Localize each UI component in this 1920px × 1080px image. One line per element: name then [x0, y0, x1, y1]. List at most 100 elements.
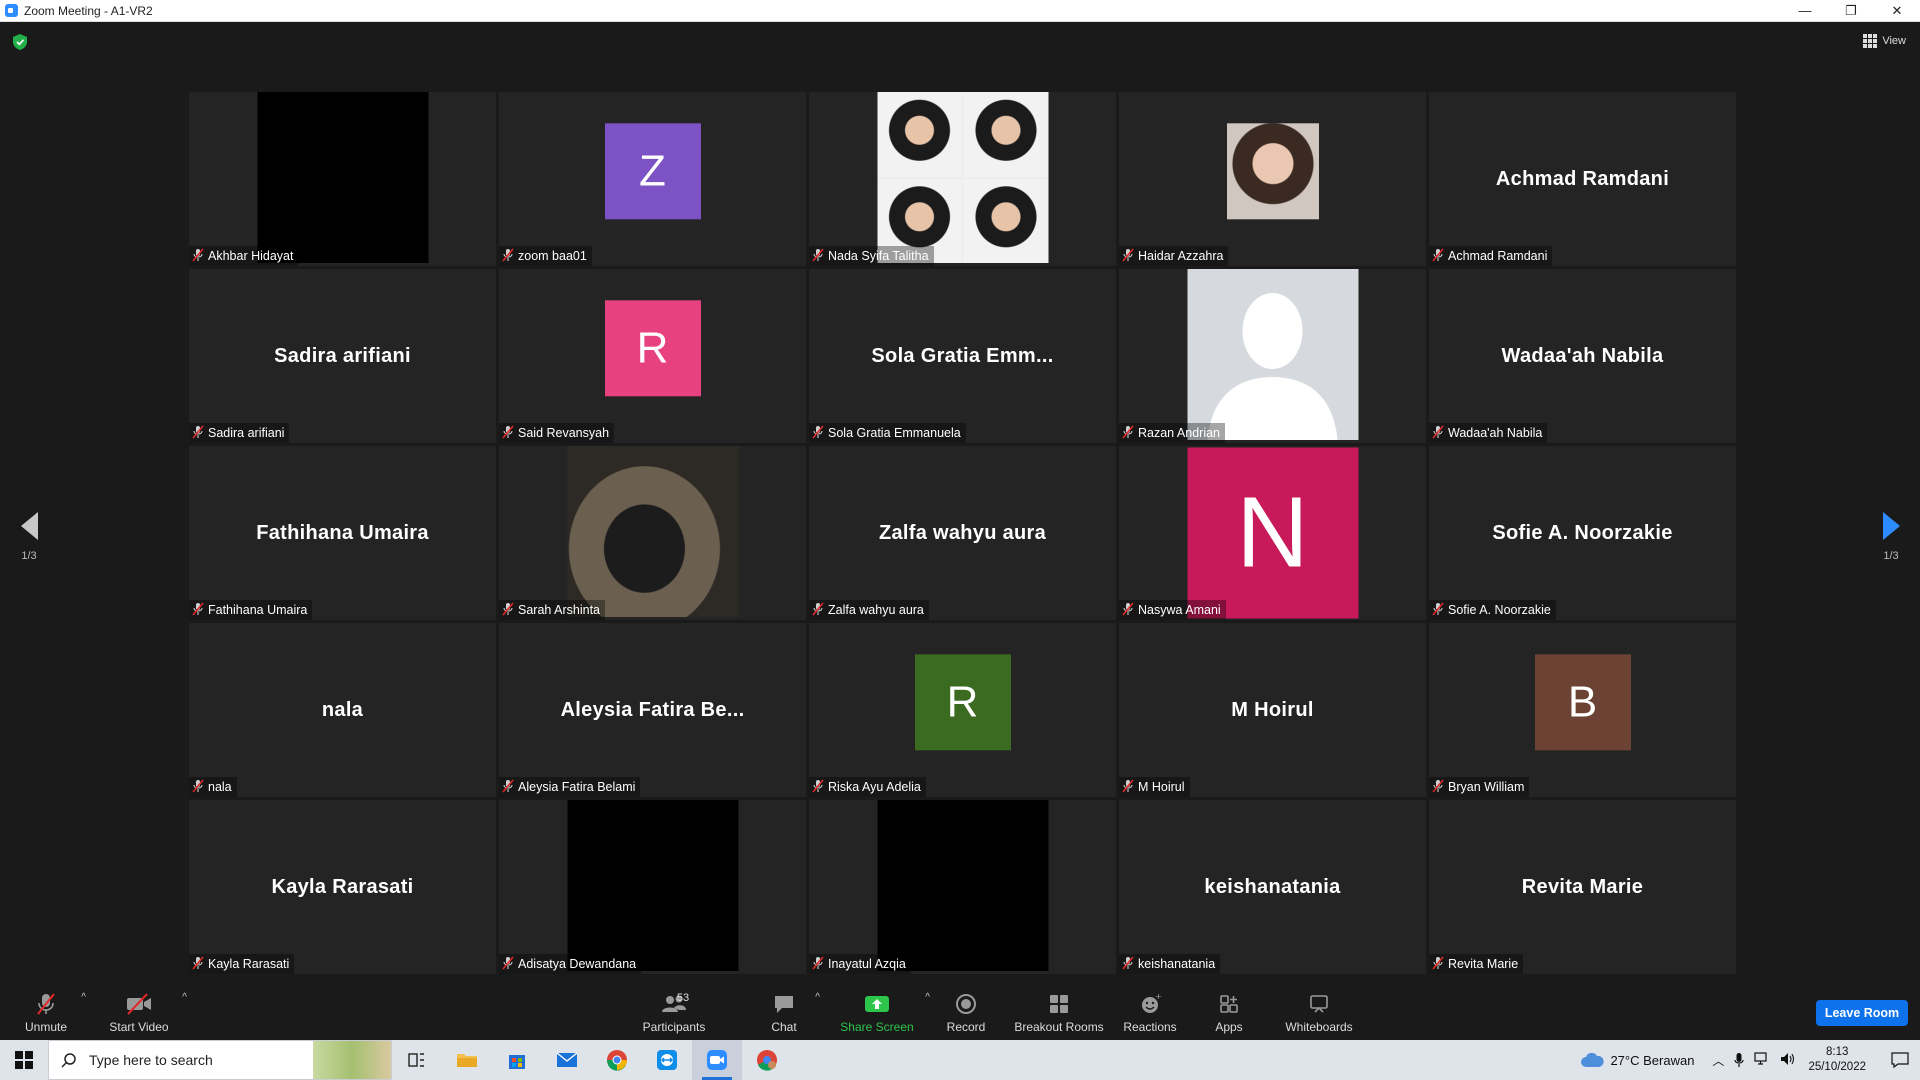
microsoft-store-button[interactable]	[492, 1040, 542, 1080]
participant-tile[interactable]: Zzoom baa01	[499, 92, 806, 266]
network-icon[interactable]	[1754, 1051, 1770, 1066]
participant-display-name: Sadira arifiani	[274, 344, 411, 367]
participant-tile[interactable]: B Bryan William	[1429, 623, 1736, 797]
participant-name: Nasywa Amani	[1138, 603, 1221, 617]
mail-button[interactable]	[542, 1040, 592, 1080]
participant-display-name: M Hoirul	[1231, 698, 1314, 721]
participant-tile[interactable]: Sadira arifiani Sadira arifiani	[189, 269, 496, 443]
participant-name: Nada Syifa Talitha	[828, 249, 929, 263]
muted-microphone-icon	[1122, 424, 1134, 442]
muted-microphone-icon	[812, 601, 824, 619]
breakout-rooms-button[interactable]: Breakout Rooms	[1014, 980, 1104, 1040]
participant-name: Said Revansyah	[518, 426, 610, 440]
view-button[interactable]: View	[1863, 34, 1906, 48]
chrome-button[interactable]	[592, 1040, 642, 1080]
participant-tile[interactable]: R Said Revansyah	[499, 269, 806, 443]
muted-microphone-icon	[192, 601, 204, 619]
participant-tile[interactable]: Akhbar Hidayat	[189, 92, 496, 266]
previous-page-button[interactable]: 1/3	[9, 512, 49, 562]
whiteboard-icon	[1310, 995, 1328, 1013]
whiteboards-button[interactable]: Whiteboards	[1283, 980, 1355, 1040]
participant-tile[interactable]: N Nasywa Amani	[1119, 446, 1426, 620]
participant-nameplate: Adisatya Dewandana	[499, 954, 642, 974]
reactions-button[interactable]: + Reactions	[1122, 980, 1178, 1040]
participant-name: Adisatya Dewandana	[518, 957, 637, 971]
muted-microphone-icon	[1432, 778, 1444, 796]
participants-button[interactable]: 53 Participants	[638, 980, 710, 1040]
muted-microphone-icon	[1122, 601, 1134, 619]
show-hidden-icons-chevron-icon[interactable]: ︿	[1712, 1052, 1724, 1069]
taskbar-clock[interactable]: 8:13 25/10/2022	[1808, 1045, 1866, 1075]
chat-options-caret-icon[interactable]: ^	[815, 992, 820, 1003]
start-video-button[interactable]: Start Video ^	[105, 980, 187, 1040]
store-bag-icon	[509, 1055, 525, 1069]
participant-nameplate: Wadaa'ah Nabila	[1429, 423, 1548, 443]
participant-name: Fathihana Umaira	[208, 603, 308, 617]
participant-display-name: Achmad Ramdani	[1495, 167, 1670, 190]
participant-tile[interactable]: Achmad Ramdani Achmad Ramdani	[1429, 92, 1736, 266]
participant-tile[interactable]: Nada Syifa Talitha	[809, 92, 1116, 266]
chat-button[interactable]: Chat ^	[762, 980, 820, 1040]
participant-tile[interactable]: Wadaa'ah Nabila Wadaa'ah Nabila	[1429, 269, 1736, 443]
next-page-button[interactable]: 1/3	[1871, 512, 1911, 562]
action-center-button[interactable]	[1880, 1052, 1920, 1068]
weather-widget[interactable]: 27°C Berawan	[1580, 1052, 1694, 1068]
participant-nameplate: M Hoirul	[1119, 777, 1190, 797]
minimize-button[interactable]: —	[1782, 0, 1828, 22]
participant-name: Akhbar Hidayat	[208, 249, 294, 263]
participant-tile[interactable]: Fathihana Umaira Fathihana Umaira	[189, 446, 496, 620]
participant-tile[interactable]: nala nala	[189, 623, 496, 797]
participant-nameplate: keishanatania	[1119, 954, 1221, 974]
participant-tile[interactable]: M Hoirul M Hoirul	[1119, 623, 1426, 797]
participant-tile[interactable]: Adisatya Dewandana	[499, 800, 806, 974]
start-video-label: Start Video	[109, 1020, 169, 1034]
participant-tile[interactable]: Revita Marie Revita Marie	[1429, 800, 1736, 974]
file-explorer-button[interactable]	[442, 1040, 492, 1080]
participant-initial-avatar: B	[1534, 654, 1631, 751]
participant-name: Sofie A. Noorzakie	[1448, 603, 1551, 617]
microphone-muted-icon	[37, 993, 55, 1015]
unmute-button[interactable]: Unmute ^	[20, 980, 86, 1040]
participant-display-name: Aleysia Fatira Be...	[560, 698, 745, 721]
teamviewer-button[interactable]	[642, 1040, 692, 1080]
taskbar-search-box[interactable]: Type here to search	[48, 1040, 392, 1080]
participant-nameplate: Riska Ayu Adelia	[809, 777, 926, 797]
start-button[interactable]	[0, 1040, 48, 1080]
record-button[interactable]: Record	[943, 980, 989, 1040]
mail-envelope-icon	[556, 1052, 578, 1067]
participant-name: Sadira arifiani	[208, 426, 285, 440]
video-options-caret-icon[interactable]: ^	[182, 992, 187, 1003]
audio-options-caret-icon[interactable]: ^	[81, 992, 86, 1003]
unmute-label: Unmute	[24, 1020, 68, 1034]
participant-nameplate: Akhbar Hidayat	[189, 246, 299, 266]
restore-button[interactable]: ❐	[1828, 0, 1874, 22]
close-button[interactable]: ✕	[1874, 0, 1920, 22]
chrome-profile-button[interactable]	[742, 1040, 792, 1080]
microphone-in-use-icon[interactable]	[1734, 1052, 1745, 1068]
zoom-taskbar-button[interactable]	[692, 1040, 742, 1080]
participant-nameplate: Razan Andrian	[1119, 423, 1226, 443]
task-view-button[interactable]	[392, 1040, 442, 1080]
participant-video-feed	[877, 800, 1048, 971]
participant-nameplate: Inayatul Azqia	[809, 954, 911, 974]
participant-display-name: Sola Gratia Emm...	[871, 344, 1054, 367]
encryption-shield-icon[interactable]	[13, 34, 27, 50]
share-screen-button[interactable]: Share Screen ^	[838, 980, 930, 1040]
participant-tile[interactable]: Inayatul Azqia	[809, 800, 1116, 974]
participant-tile[interactable]: Sola Gratia Emm... Sola Gratia Emmanuela	[809, 269, 1116, 443]
weather-text: 27°C Berawan	[1610, 1052, 1695, 1068]
share-options-caret-icon[interactable]: ^	[925, 992, 930, 1003]
participant-tile[interactable]: Zalfa wahyu aura Zalfa wahyu aura	[809, 446, 1116, 620]
apps-button[interactable]: Apps	[1213, 980, 1245, 1040]
participant-tile[interactable]: Aleysia Fatira Be... Aleysia Fatira Belam…	[499, 623, 806, 797]
participant-tile[interactable]: Sarah Arshinta	[499, 446, 806, 620]
participant-tile[interactable]: R Riska Ayu Adelia	[809, 623, 1116, 797]
window-titlebar: Zoom Meeting - A1-VR2 — ❐ ✕	[0, 0, 1920, 22]
speaker-volume-icon[interactable]	[1780, 1052, 1796, 1066]
participant-tile[interactable]: Haidar Azzahra	[1119, 92, 1426, 266]
participant-tile[interactable]: Kayla Rarasati Kayla Rarasati	[189, 800, 496, 974]
participant-tile[interactable]: Razan Andrian	[1119, 269, 1426, 443]
participant-tile[interactable]: keishanatania keishanatania	[1119, 800, 1426, 974]
leave-room-button[interactable]: Leave Room	[1816, 1000, 1908, 1026]
participant-tile[interactable]: Sofie A. Noorzakie Sofie A. Noorzakie	[1429, 446, 1736, 620]
